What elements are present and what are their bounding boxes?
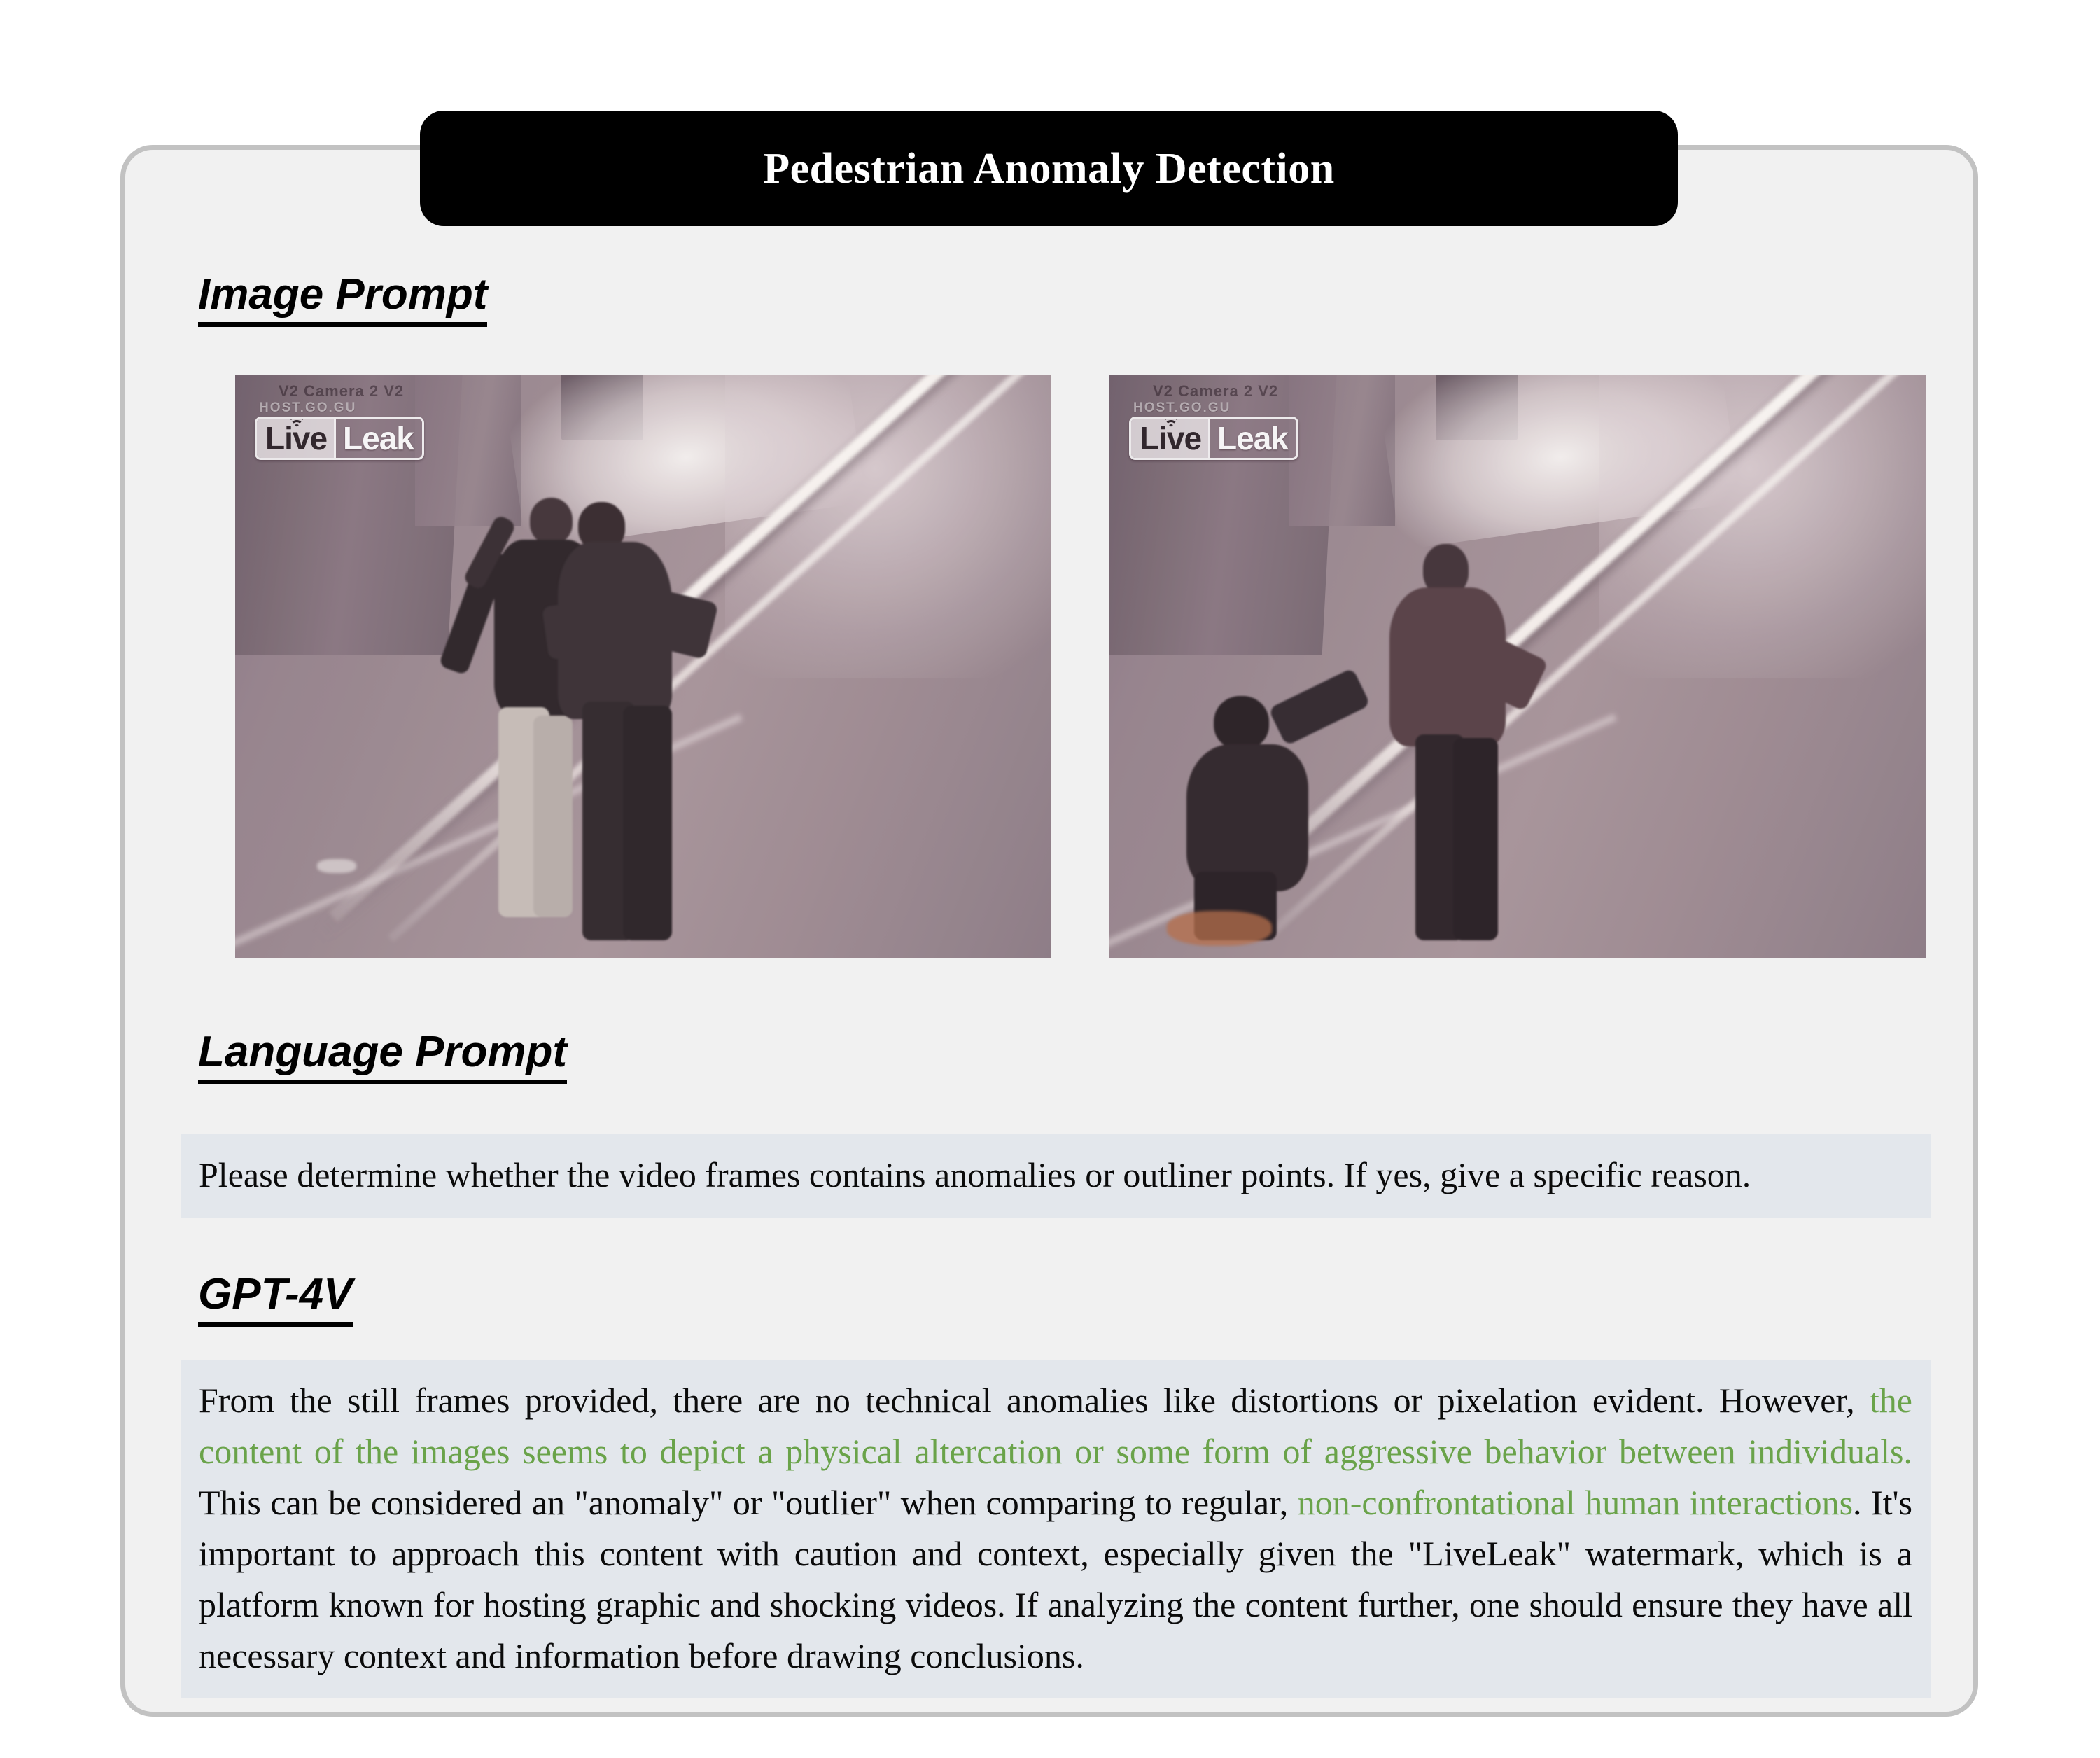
camera-label-2: V2 Camera 2 V2	[1153, 382, 1279, 400]
liveleak-watermark-2: V2 Camera 2 V2 HOST.GO.GU Live Leak	[1129, 382, 1298, 460]
section-heading-language-prompt: Language Prompt	[198, 1031, 568, 1084]
cctv-scene-2	[1110, 375, 1926, 958]
liveleak-watermark-1: V2 Camera 2 V2 HOST.GO.GU Live Leak	[255, 382, 424, 460]
watermark-logo-2: Live Leak	[1129, 417, 1298, 460]
surveillance-frame-1: V2 Camera 2 V2 HOST.GO.GU Live Leak	[235, 375, 1051, 958]
section-heading-gpt4v: GPT-4V	[198, 1273, 353, 1327]
watermark-leak-text-1: Leak	[334, 419, 422, 458]
litter-debris	[316, 858, 356, 873]
cctv-scene-1	[235, 375, 1051, 958]
watermark-host-text-1: HOST.GO.GU	[259, 400, 357, 415]
figure-root: Pedestrian Anomaly Detection Image Promp…	[0, 0, 2100, 1758]
language-prompt-text: Please determine whether the video frame…	[181, 1134, 1931, 1218]
person-crouched	[1175, 667, 1371, 941]
wifi-signal-icon	[1159, 419, 1183, 431]
watermark-live-text-2: Live	[1131, 419, 1209, 458]
response-segment-1: From the still frames provided, there ar…	[199, 1381, 1870, 1420]
gpt4v-response-text: From the still frames provided, there ar…	[181, 1360, 1931, 1698]
person-standing	[1371, 544, 1558, 940]
person-dark-clothing	[529, 498, 734, 941]
watermark-leak-text-2: Leak	[1208, 419, 1296, 458]
watermark-host-text-2: HOST.GO.GU	[1133, 400, 1231, 415]
response-highlight-2: non-confrontational human interactions	[1297, 1483, 1854, 1522]
response-segment-2: This can be considered an "anomaly" or "…	[199, 1483, 1298, 1522]
wifi-signal-icon	[285, 419, 309, 431]
watermark-live-text-1: Live	[257, 419, 335, 458]
page-title: Pedestrian Anomaly Detection	[763, 144, 1335, 193]
title-banner: Pedestrian Anomaly Detection	[420, 111, 1678, 226]
camera-label-1: V2 Camera 2 V2	[279, 382, 405, 400]
orange-object	[1166, 911, 1272, 947]
surveillance-frame-2: V2 Camera 2 V2 HOST.GO.GU Live Leak	[1110, 375, 1926, 958]
image-prompt-frames: V2 Camera 2 V2 HOST.GO.GU Live Leak V2 C…	[235, 375, 1950, 958]
watermark-logo-1: Live Leak	[255, 417, 424, 460]
section-heading-image-prompt: Image Prompt	[198, 273, 488, 327]
